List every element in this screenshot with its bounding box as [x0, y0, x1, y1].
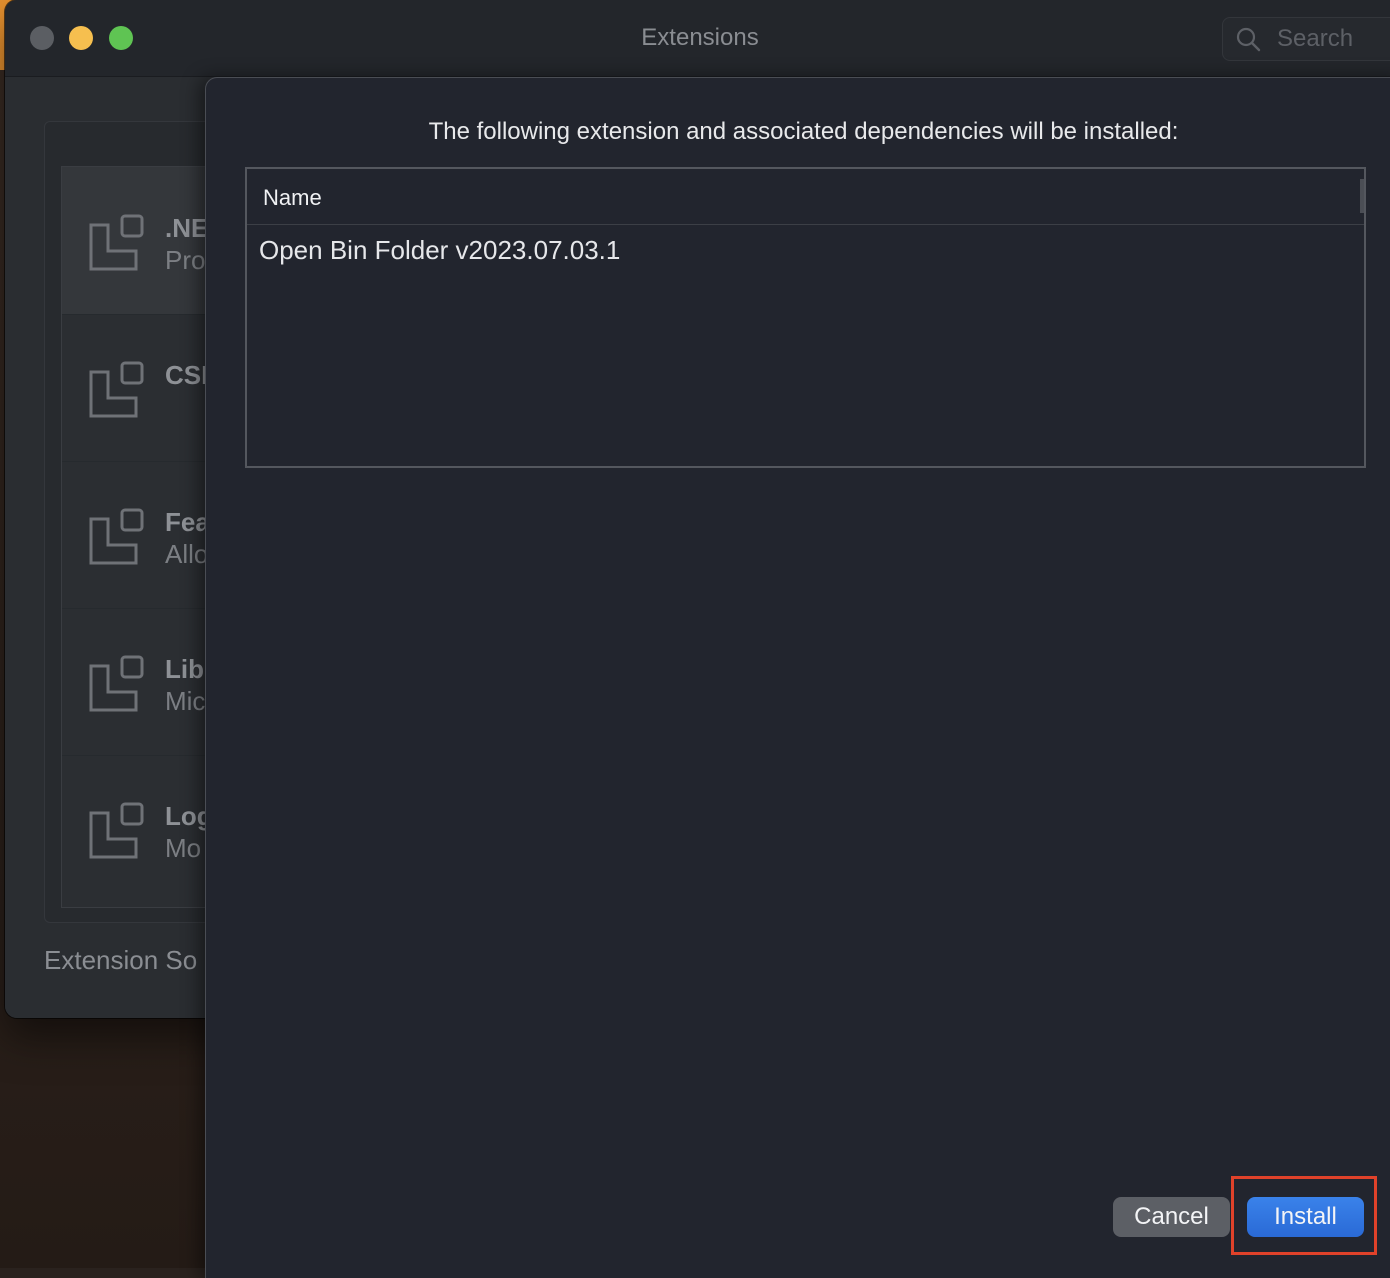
extension-subtitle: Mic — [165, 686, 206, 716]
extension-icon — [89, 214, 144, 271]
table-header: Name — [247, 169, 1364, 225]
extension-icon — [89, 361, 144, 418]
extension-subtitle: Mo — [165, 833, 202, 863]
extension-icon — [89, 508, 144, 565]
dependencies-table: Name Open Bin Folder v2023.07.03.1 — [245, 167, 1366, 468]
install-dialog-sheet: The following extension and associated d… — [205, 77, 1390, 1278]
search-placeholder: Search — [1277, 25, 1354, 52]
install-button[interactable]: Install — [1247, 1197, 1364, 1237]
extension-title: CSI — [165, 360, 209, 390]
cancel-button[interactable]: Cancel — [1113, 1197, 1230, 1237]
search-input[interactable]: Search — [1222, 17, 1390, 61]
extension-source-label: Extension So — [44, 945, 198, 975]
window-title: Extensions — [641, 24, 759, 51]
extension-subtitle: Pro — [165, 245, 206, 275]
column-header-name[interactable]: Name — [263, 185, 322, 211]
install-message: The following extension and associated d… — [428, 118, 1179, 145]
extension-subtitle: Allo — [165, 539, 209, 569]
column-resize-handle[interactable] — [1360, 179, 1364, 213]
extension-title: .NE — [165, 213, 209, 243]
extension-title: Fea — [165, 507, 210, 537]
extension-icon — [89, 655, 144, 712]
table-row[interactable]: Open Bin Folder v2023.07.03.1 — [259, 235, 620, 266]
extension-icon — [89, 802, 144, 859]
search-icon — [1236, 27, 1261, 52]
extension-title: Lib — [165, 654, 204, 684]
window-titlebar: Extensions Search — [5, 0, 1390, 77]
